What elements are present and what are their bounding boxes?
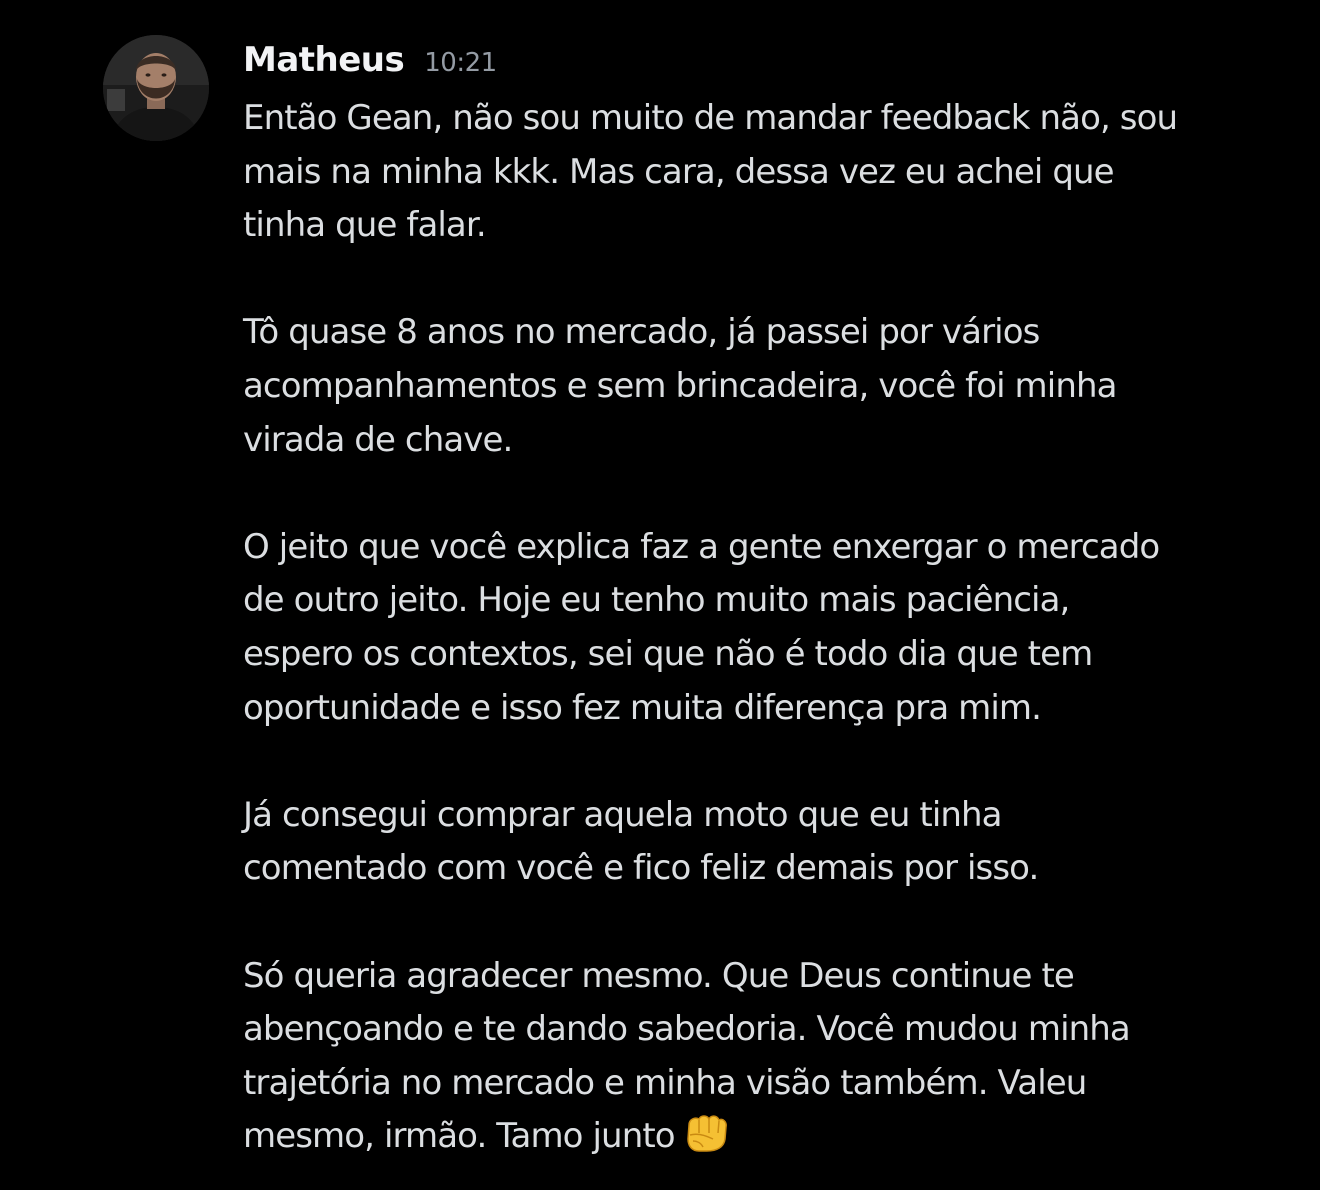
avatar-photo-icon: [103, 35, 209, 141]
message-line-text: mesmo, irmão. Tamo junto: [243, 1116, 676, 1157]
message-line-last: mesmo, irmão. Tamo junto: [243, 1110, 1253, 1170]
message-line: espero os contextos, sei que não é todo …: [243, 633, 1093, 674]
message-line: abençoando e te dando sabedoria. Você mu…: [243, 1009, 1131, 1050]
message-line: mais na minha kkk. Mas cara, dessa vez e…: [243, 151, 1115, 192]
message-line: O jeito que você explica faz a gente enx…: [243, 526, 1160, 567]
message-line: Tô quase 8 anos no mercado, já passei po…: [243, 312, 1040, 353]
message-paragraph: Então Gean, não sou muito de mandar feed…: [243, 92, 1253, 253]
message-paragraph: Tô quase 8 anos no mercado, já passei po…: [243, 306, 1253, 467]
message-line: de outro jeito. Hoje eu tenho muito mais…: [243, 580, 1070, 621]
message-paragraph: Só queria agradecer mesmo. Que Deus cont…: [243, 950, 1253, 1170]
message-paragraph: O jeito que você explica faz a gente enx…: [243, 521, 1253, 735]
message-line: trajetória no mercado e minha visão tamb…: [243, 1062, 1087, 1103]
message-content: Então Gean, não sou muito de mandar feed…: [243, 92, 1253, 1170]
message-line: Então Gean, não sou muito de mandar feed…: [243, 98, 1178, 138]
message-line: oportunidade e isso fez muita diferença …: [243, 687, 1042, 728]
fist-bump-icon: [683, 1111, 729, 1170]
message-line: Só queria agradecer mesmo. Que Deus cont…: [243, 955, 1075, 996]
message-line: acompanhamentos e sem brincadeira, você …: [243, 365, 1117, 406]
author-name[interactable]: Matheus: [243, 40, 405, 80]
message-line: comentado com você e fico feliz demais p…: [243, 848, 1039, 889]
message-header: Matheus 10:21: [243, 40, 497, 88]
message-paragraph: Já consegui comprar aquela moto que eu t…: [243, 789, 1253, 896]
message-line: virada de chave.: [243, 419, 513, 460]
message-timestamp[interactable]: 10:21: [424, 48, 497, 78]
message-line: tinha que falar.: [243, 205, 487, 246]
message-line: Já consegui comprar aquela moto que eu t…: [243, 794, 1003, 835]
chat-message: Matheus 10:21 Então Gean, não sou muito …: [0, 0, 1320, 1190]
user-avatar[interactable]: [103, 35, 209, 141]
